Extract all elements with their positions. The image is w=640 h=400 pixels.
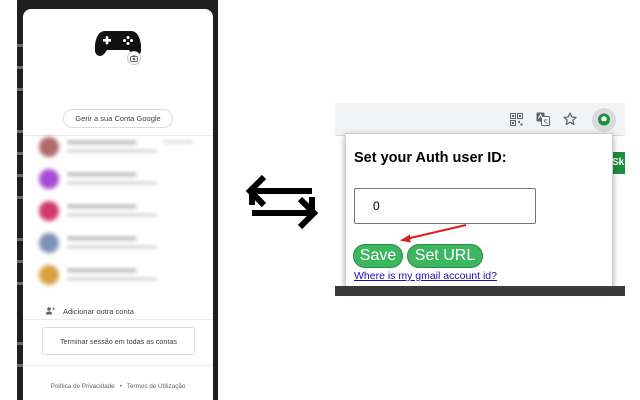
browser-toolbar — [335, 103, 625, 136]
blurred-account-name — [67, 204, 137, 209]
camera-icon — [130, 54, 138, 62]
account-row[interactable] — [39, 201, 199, 223]
account-row[interactable] — [39, 137, 199, 159]
swap-arrows-icon — [245, 174, 319, 230]
screenshot-stage: Gerir a sua Conta Google Adicionar outra… — [0, 0, 640, 400]
blurred-account-name — [67, 236, 137, 241]
avatar — [39, 137, 59, 157]
extension-icon — [598, 113, 610, 126]
translate-icon[interactable] — [535, 111, 551, 127]
account-row[interactable] — [39, 169, 199, 191]
footer-links: Política de Privacidade • Termos de Util… — [23, 383, 213, 390]
divider — [23, 365, 213, 366]
blurred-account-email — [67, 181, 157, 185]
extension-popup: Set your Auth user ID: Save Set URL Wher… — [345, 133, 613, 288]
privacy-link[interactable]: Política de Privacidade — [51, 383, 115, 390]
avatar — [39, 233, 59, 253]
star-icon[interactable] — [562, 111, 578, 127]
avatar — [39, 265, 59, 285]
user-id-input[interactable] — [354, 188, 536, 224]
red-pointer-arrow — [400, 224, 467, 243]
change-photo-button[interactable] — [127, 51, 141, 65]
blurred-account-email — [67, 245, 157, 249]
add-person-icon — [45, 307, 55, 315]
manage-account-button[interactable]: Gerir a sua Conta Google — [63, 109, 173, 128]
account-row[interactable] — [39, 233, 199, 255]
page-edge: Sk — [612, 136, 625, 296]
set-url-button[interactable]: Set URL — [407, 244, 483, 268]
page-edge-button: Sk — [612, 152, 625, 174]
divider — [23, 135, 213, 136]
browser-bottom-edge — [335, 286, 625, 296]
blurred-account-name — [67, 172, 137, 177]
extension-button[interactable] — [592, 108, 616, 132]
blurred-account-email — [67, 277, 157, 281]
blurred-account-email — [67, 213, 157, 217]
blurred-account-name — [67, 268, 137, 273]
footer-separator: • — [119, 383, 122, 390]
blurred-account-email — [67, 149, 157, 153]
add-account-label: Adicionar outra conta — [63, 306, 134, 316]
save-button[interactable]: Save — [353, 244, 403, 268]
avatar — [39, 201, 59, 221]
terms-link[interactable]: Termos de Utilização — [127, 383, 185, 390]
avatar — [39, 169, 59, 189]
popup-title: Set your Auth user ID: — [354, 150, 507, 166]
account-row[interactable] — [39, 265, 199, 287]
qr-code-icon[interactable] — [508, 111, 524, 127]
divider — [23, 319, 213, 320]
blurred-account-name — [67, 140, 137, 145]
gmail-id-help-link[interactable]: Where is my gmail account id? — [354, 270, 497, 282]
blurred-account-status — [163, 140, 193, 144]
google-account-panel: Gerir a sua Conta Google Adicionar outra… — [23, 9, 213, 400]
sign-out-all-button[interactable]: Terminar sessão em todas as contas — [42, 327, 195, 355]
add-account-button[interactable]: Adicionar outra conta — [45, 306, 134, 316]
